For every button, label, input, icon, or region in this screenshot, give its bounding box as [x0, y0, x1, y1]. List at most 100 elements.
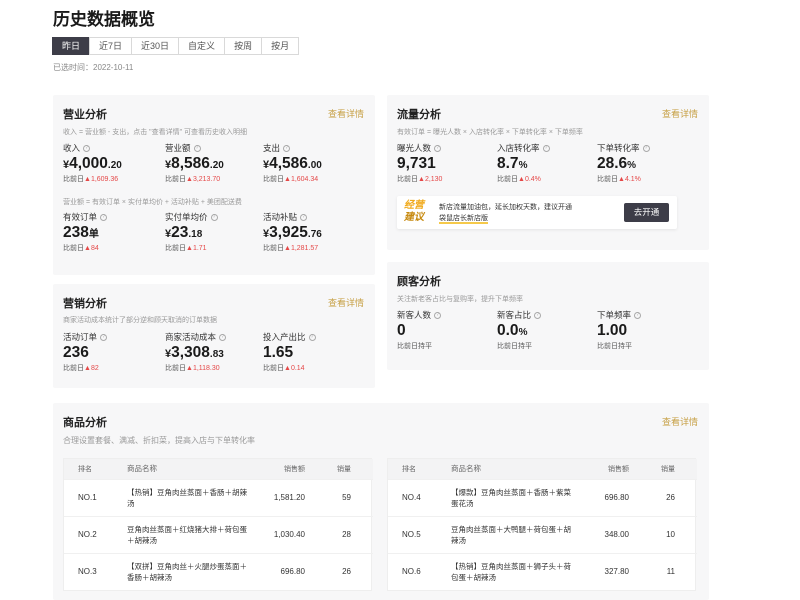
help-icon[interactable]: ? — [542, 144, 550, 152]
product-ranking-table-left: 排名 商品名称 销售额 销量 NO.1 【热销】豆角肉丝蒸面＋香肠＋胡辣汤 1,… — [63, 458, 373, 591]
sales-cell: 696.80 — [573, 478, 635, 516]
metric-value: 8.7% — [497, 155, 528, 172]
metric-compare: 比前日▲1,609.36 — [63, 176, 119, 183]
activate-button[interactable]: 去开通 — [624, 203, 669, 222]
metric-compare: 比前日持平 — [597, 343, 632, 350]
metric-compare: 比前日▲82 — [63, 365, 99, 372]
metric-new-customers: 新客人数? 0 比前日持平 — [397, 309, 507, 351]
metric-label: 活动补贴 — [263, 212, 298, 222]
help-icon[interactable]: ? — [634, 311, 642, 319]
column-header-quantity: 销量 — [635, 459, 697, 479]
up-arrow-icon: ▲ — [284, 176, 291, 183]
up-arrow-icon: ▲ — [84, 365, 91, 372]
quantity-cell: 59 — [311, 478, 373, 516]
up-arrow-icon: ▲ — [284, 365, 291, 372]
help-icon[interactable]: ? — [642, 144, 650, 152]
up-arrow-icon: ▲ — [618, 176, 625, 183]
sales-cell: 348.00 — [573, 515, 635, 553]
help-icon[interactable]: ? — [534, 311, 542, 319]
metric-value: 236 — [63, 344, 89, 361]
product-name-cell: 【双拼】豆角肉丝＋火腿炒蛋蒸面＋香肠＋胡辣汤 — [119, 552, 249, 590]
metric-label: 新客占比 — [497, 310, 532, 320]
metric-order-frequency: 下单频率? 1.00 比前日持平 — [597, 309, 707, 351]
quantity-cell: 11 — [635, 552, 697, 590]
help-icon[interactable]: ? — [83, 144, 91, 152]
product-analysis-card: 商品分析 查看详情 合理设置套餐、满减、折扣菜，提高入店与下单转化率 排名 商品… — [53, 403, 709, 600]
sales-cell: 327.80 — [573, 552, 635, 590]
metric-label: 下单频率 — [597, 310, 632, 320]
table-row: NO.5 豆角肉丝蒸面＋大鸭腿＋荷包蛋＋胡辣汤 348.00 10 — [388, 515, 697, 553]
column-header-sales: 销售额 — [249, 459, 311, 479]
metric-value: 1.65 — [263, 344, 294, 361]
metric-valid-orders: 有效订单? 238单 比前日▲84 — [63, 211, 173, 253]
help-icon[interactable]: ? — [100, 213, 108, 221]
rank-cell: NO.3 — [64, 552, 119, 590]
rank-cell: NO.5 — [388, 515, 443, 553]
metric-value: 28.6% — [597, 155, 637, 172]
up-arrow-icon: ▲ — [284, 245, 291, 252]
metric-exposure: 曝光人数? 9,731 比前日▲2,130 — [397, 142, 507, 184]
quantity-cell: 26 — [635, 478, 697, 516]
help-icon[interactable]: ? — [308, 333, 316, 341]
customer-card-title: 顾客分析 — [397, 276, 441, 288]
column-header-rank: 排名 — [388, 459, 443, 479]
metric-label: 曝光人数 — [397, 143, 432, 153]
traffic-detail-link[interactable]: 查看详情 — [662, 107, 698, 120]
revenue-formula-2: 营业额 = 有效订单 × 实付单均价 + 活动补贴 + 美团配送费 — [63, 199, 242, 206]
quantity-cell: 26 — [311, 552, 373, 590]
tab-last-30-days[interactable]: 近30日 — [131, 37, 180, 55]
sales-cell: 1,030.40 — [249, 515, 311, 553]
help-icon[interactable]: ? — [193, 144, 201, 152]
table-row: NO.2 豆角肉丝蒸面＋红烧猪大排＋荷包蛋＋胡辣汤 1,030.40 28 — [64, 515, 373, 553]
metric-label: 商家活动成本 — [165, 332, 217, 342]
traffic-card-title: 流量分析 — [397, 109, 441, 121]
suggestion-text: 新店流量加油包，延长加权天数，建议开通 袋鼠店长新店版 — [439, 204, 572, 224]
sales-cell: 1,581.20 — [249, 478, 311, 516]
rank-cell: NO.6 — [388, 552, 443, 590]
tab-yesterday[interactable]: 昨日 — [52, 37, 91, 55]
tab-by-week[interactable]: 按周 — [224, 37, 263, 55]
metric-label: 收入 — [63, 143, 81, 153]
metric-entry-conversion: 入店转化率? 8.7% 比前日▲0.4% — [497, 142, 607, 184]
help-icon[interactable]: ? — [300, 213, 308, 221]
help-icon[interactable]: ? — [100, 333, 108, 341]
table-row: NO.6 【热销】豆角肉丝蒸面＋狮子头＋荷包蛋＋胡辣汤 327.80 11 — [388, 552, 697, 590]
metric-expense: 支出? ¥4,586.00 比前日▲1,604.34 — [263, 142, 373, 184]
metric-value: ¥8,586.20 — [165, 155, 224, 172]
revenue-analysis-card: 营业分析 查看详情 收入 = 营业额 - 支出，点击 "查看详情" 可查看历史收… — [53, 95, 375, 275]
metric-compare: 比前日▲2,130 — [397, 176, 443, 183]
metric-compare: 比前日▲0.14 — [263, 365, 305, 372]
help-icon[interactable]: ? — [283, 144, 291, 152]
revenue-detail-link[interactable]: 查看详情 — [328, 107, 364, 120]
sales-cell: 696.80 — [249, 552, 311, 590]
metric-value: 1.00 — [597, 322, 628, 339]
up-arrow-icon: ▲ — [186, 176, 193, 183]
metric-turnover: 营业额? ¥8,586.20 比前日▲3,213.70 — [165, 142, 275, 184]
marketing-card-title: 营销分析 — [63, 298, 107, 310]
marketing-detail-link[interactable]: 查看详情 — [328, 296, 364, 309]
metric-compare: 比前日▲3,213.70 — [165, 176, 221, 183]
metric-label: 营业额 — [165, 143, 191, 153]
help-icon[interactable]: ? — [434, 311, 442, 319]
tab-last-7-days[interactable]: 近7日 — [89, 37, 133, 55]
tab-custom[interactable]: 自定义 — [178, 37, 226, 55]
quantity-cell: 10 — [635, 515, 697, 553]
help-icon[interactable]: ? — [219, 333, 227, 341]
product-detail-link[interactable]: 查看详情 — [662, 415, 698, 428]
metric-roi: 投入产出比? 1.65 比前日▲0.14 — [263, 331, 373, 373]
metric-label: 支出 — [263, 143, 281, 153]
metric-value: ¥4,586.00 — [263, 155, 322, 172]
column-header-quantity: 销量 — [311, 459, 373, 479]
metric-value: ¥23.18 — [165, 224, 203, 241]
tab-by-month[interactable]: 按月 — [261, 37, 300, 55]
revenue-card-title: 营业分析 — [63, 109, 107, 121]
rank-cell: NO.1 — [64, 478, 119, 516]
up-arrow-icon: ▲ — [84, 176, 91, 183]
up-arrow-icon: ▲ — [518, 176, 525, 183]
help-icon[interactable]: ? — [210, 213, 218, 221]
help-icon[interactable]: ? — [434, 144, 442, 152]
up-arrow-icon: ▲ — [186, 245, 193, 252]
business-suggestion-banner: 经营 建议 新店流量加油包，延长加权天数，建议开通 袋鼠店长新店版 去开通 — [397, 196, 677, 229]
metric-value: ¥4,000.20 — [63, 155, 122, 172]
marketing-analysis-card: 营销分析 查看详情 商家活动成本统计了部分逆和顾天取消的订单数据 活动订单? 2… — [53, 284, 375, 388]
